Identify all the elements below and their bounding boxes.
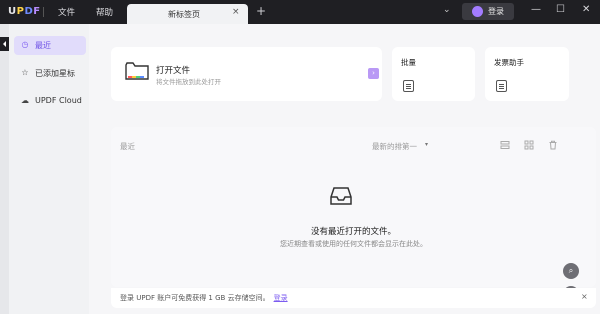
app-logo: UPDF (8, 6, 41, 17)
menu-file[interactable]: 文件 (58, 6, 75, 18)
sidebar-item-label: 已添加星标 (35, 69, 75, 78)
close-window-button[interactable]: ✕ (582, 4, 590, 15)
sidebar-item-label: UPDF Cloud (35, 96, 82, 105)
recent-label: 最近 (120, 142, 135, 151)
promo-login-link[interactable]: 登录 (274, 294, 288, 302)
menu-help[interactable]: 帮助 (96, 6, 113, 18)
sidebar-item-recent[interactable]: ◷ 最近 (14, 36, 86, 55)
chevron-down-icon[interactable]: ⌄ (443, 5, 451, 15)
sidebar: ◷ 最近 ☆ 已添加星标 ☁ UPDF Cloud (9, 24, 89, 314)
list-view-icon[interactable] (500, 140, 510, 150)
login-promo-bar: 登录 UPDF 账户可免费获得 1 GB 云存储空间。 登录 × (111, 288, 596, 308)
sidebar-collapse-handle[interactable] (0, 37, 9, 51)
invoice-assistant-title: 发票助手 (494, 58, 524, 67)
invoice-icon (496, 80, 507, 92)
tab-new[interactable]: 新标签页 × (127, 4, 248, 24)
login-label: 登录 (488, 7, 504, 16)
open-file-subtitle: 将文件拖放到此处打开 (156, 78, 221, 86)
cloud-icon: ☁ (21, 96, 29, 105)
search-fab-icon[interactable]: ⌕ (563, 263, 579, 279)
sidebar-item-label: 最近 (35, 41, 51, 50)
login-button[interactable]: 登录 (462, 3, 514, 20)
tab-close-icon[interactable]: × (232, 7, 240, 17)
tab-title: 新标签页 (168, 10, 200, 19)
sidebar-item-cloud[interactable]: ☁ UPDF Cloud (14, 92, 86, 111)
new-tab-button[interactable]: + (256, 4, 266, 18)
empty-state-title: 没有最近打开的文件。 (310, 227, 396, 237)
open-file-title: 打开文件 (156, 66, 191, 76)
open-file-card[interactable]: 打开文件 将文件拖放到此处打开 › (111, 47, 382, 101)
caret-down-icon[interactable]: ▾ (425, 141, 428, 148)
avatar-icon (472, 6, 483, 17)
batch-card[interactable]: 批量 (392, 47, 475, 101)
grid-view-icon[interactable] (524, 140, 534, 150)
star-icon: ☆ (21, 68, 29, 77)
batch-title: 批量 (401, 58, 416, 67)
chevron-right-icon[interactable]: › (368, 68, 379, 79)
inbox-tray-icon (330, 187, 352, 205)
sidebar-item-starred[interactable]: ☆ 已添加星标 (14, 64, 86, 83)
maximize-button[interactable]: ☐ (556, 4, 565, 15)
main-content: 打开文件 将文件拖放到此处打开 › 批量 发票助手 最近 最新的排第一 ▾ 没有… (89, 24, 600, 314)
close-icon[interactable]: × (581, 292, 588, 301)
folder-icon (125, 62, 149, 80)
clock-icon: ◷ (21, 40, 29, 49)
promo-text: 登录 UPDF 账户可免费获得 1 GB 云存储空间。 登录 (120, 294, 288, 302)
batch-icon (403, 80, 414, 92)
empty-state-subtitle: 您近期查看或使用的任何文件都会显示在此处。 (280, 240, 427, 248)
sort-dropdown[interactable]: 最新的排第一 (372, 141, 417, 152)
recent-panel: 最近 最新的排第一 ▾ 没有最近打开的文件。 您近期查看或使用的任何文件都会显示… (111, 127, 596, 287)
left-edge (0, 24, 9, 314)
trash-icon[interactable] (548, 140, 558, 150)
minimize-button[interactable]: — (531, 4, 541, 15)
title-bar: UPDF 文件 帮助 新标签页 × + ⌄ 登录 — ☐ ✕ (0, 0, 600, 24)
invoice-assistant-card[interactable]: 发票助手 (485, 47, 569, 101)
title-separator (43, 7, 44, 17)
